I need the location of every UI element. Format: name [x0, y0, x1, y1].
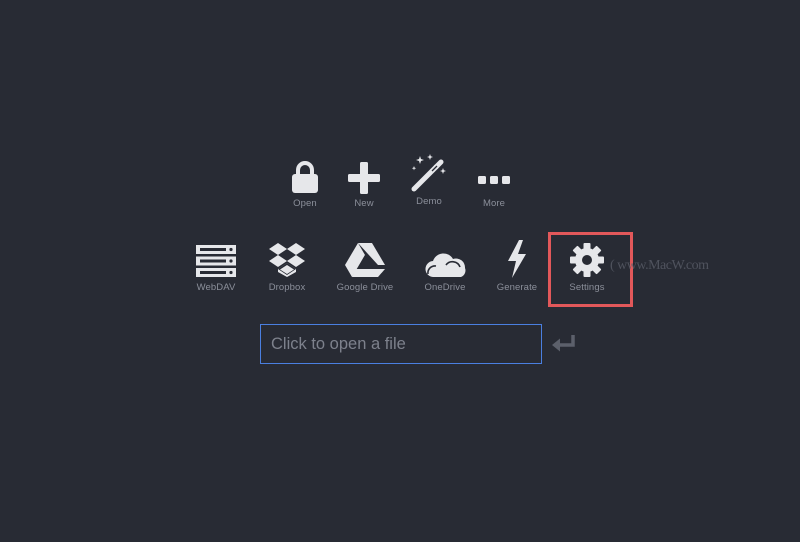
dropbox-label: Dropbox — [268, 282, 306, 293]
onedrive-label: OneDrive — [424, 282, 466, 293]
plus-icon — [348, 154, 380, 194]
webdav-label: WebDAV — [196, 282, 236, 293]
lightning-bolt-icon — [506, 238, 528, 278]
google-drive-label: Google Drive — [336, 282, 394, 293]
dropbox-button[interactable]: Dropbox — [264, 238, 310, 293]
more-dots-icon — [478, 154, 510, 194]
magic-wand-icon — [410, 152, 448, 192]
onedrive-button[interactable]: OneDrive — [420, 238, 470, 293]
webdav-button[interactable]: WebDAV — [193, 238, 239, 293]
google-drive-button[interactable]: Google Drive — [333, 238, 397, 293]
google-drive-icon — [345, 238, 385, 278]
generate-label: Generate — [496, 282, 538, 293]
watermark-text: ( www.MacW.com — [610, 258, 709, 273]
generate-button[interactable]: Generate — [494, 238, 540, 293]
demo-button[interactable]: Demo — [408, 152, 450, 207]
onedrive-cloud-icon — [424, 238, 466, 278]
lock-icon — [291, 154, 319, 194]
open-file-input[interactable] — [260, 324, 542, 364]
new-button[interactable]: New — [345, 154, 383, 209]
demo-label: Demo — [416, 196, 442, 207]
more-button[interactable]: More — [475, 154, 513, 209]
more-label: More — [482, 198, 506, 209]
server-icon — [196, 238, 236, 278]
open-button[interactable]: Open — [287, 154, 323, 209]
new-label: New — [354, 198, 374, 209]
open-label: Open — [293, 198, 317, 209]
start-screen: Open New Demo More WebDAV Dropbox Google… — [0, 0, 800, 542]
enter-return-icon[interactable] — [551, 334, 577, 354]
dropbox-icon — [268, 238, 306, 278]
